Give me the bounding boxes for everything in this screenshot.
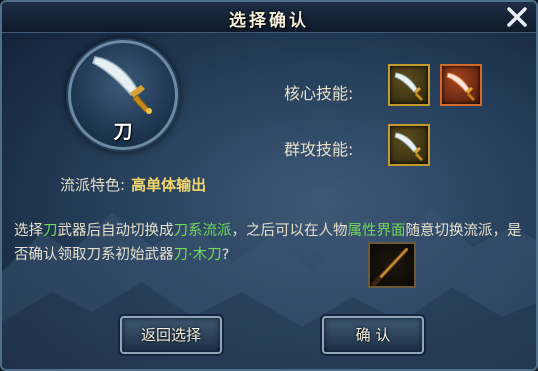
desc-highlight-attribute-panel: 属性界面 xyxy=(347,223,406,239)
desc-seg-5: ，之后可以在人物 xyxy=(231,223,348,239)
title-bar: 选择确认 xyxy=(2,2,536,33)
weapon-emblem: 刀 xyxy=(68,40,178,150)
blade-skill-icon xyxy=(394,72,423,101)
aoe-skill-slot-1[interactable] xyxy=(388,124,430,166)
wooden-saber-icon xyxy=(371,248,408,287)
desc-seg-9: ? xyxy=(221,247,230,263)
core-skill-slot-2[interactable] xyxy=(440,64,482,106)
core-skill-label: 核心技能: xyxy=(284,84,354,103)
desc-seg-1: 选择 xyxy=(14,223,43,239)
back-button[interactable]: 返回选择 xyxy=(120,316,222,354)
description-text: 选择刀武器后自动切换成刀系流派，之后可以在人物属性界面随意切换流派，是否确认领取… xyxy=(14,219,529,267)
core-skill-slot-1[interactable] xyxy=(388,64,430,106)
desc-highlight-weapon: 刀 xyxy=(43,223,58,239)
weapon-type-label: 刀 xyxy=(113,121,133,143)
desc-highlight-wooden-saber: 刀·木刀 xyxy=(173,247,222,263)
dialog-title: 选择确认 xyxy=(229,11,309,31)
faction-feature-label: 流派特色: xyxy=(60,176,126,194)
starter-weapon-slot[interactable] xyxy=(368,242,416,288)
select-confirm-dialog: 选择确认 刀 核心技能: 群攻技能: 流派特色: 高单体输出 选择刀武器后自动切… xyxy=(0,0,538,371)
desc-highlight-faction: 刀系流派 xyxy=(173,223,232,239)
aoe-skill-label: 群攻技能: xyxy=(284,140,354,159)
blade-skill-icon xyxy=(394,132,423,161)
saber-icon xyxy=(92,56,152,114)
confirm-button[interactable]: 确 认 xyxy=(322,316,424,354)
faction-feature: 流派特色: 高单体输出 xyxy=(60,174,206,195)
fire-blade-skill-icon xyxy=(446,72,475,101)
faction-feature-value: 高单体输出 xyxy=(131,176,207,194)
close-icon[interactable] xyxy=(504,4,530,30)
desc-seg-3: 武器后自动切换成 xyxy=(57,223,174,239)
